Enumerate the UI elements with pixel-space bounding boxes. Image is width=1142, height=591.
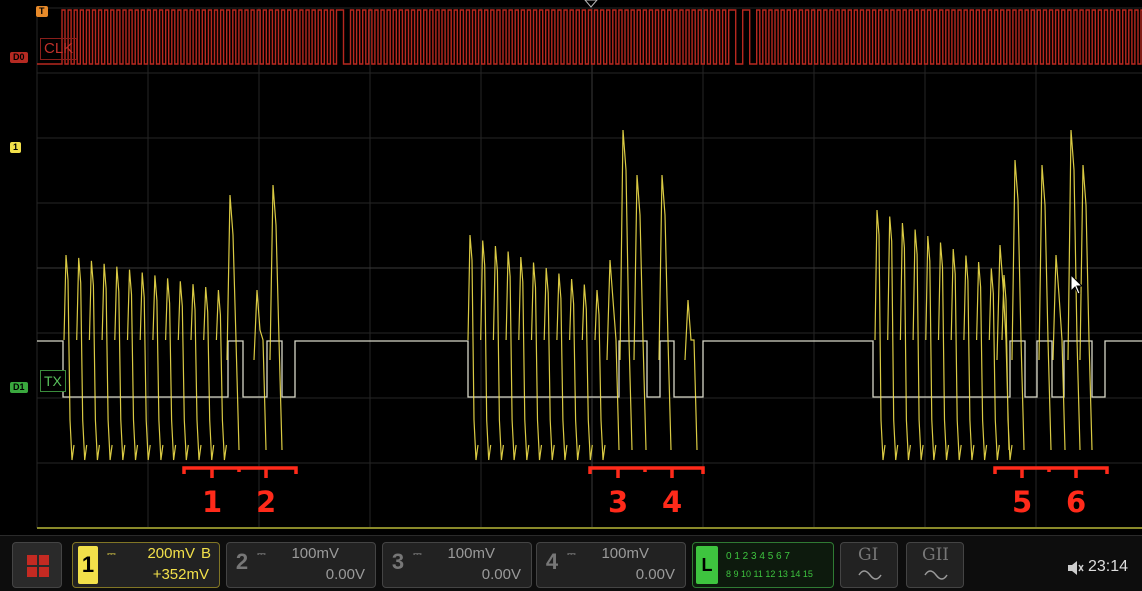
channel-2-button[interactable]: 2 ⎓ 100mV 0.00V — [226, 542, 376, 588]
channel-1-offset: +352mV — [152, 566, 209, 583]
annotation-number-6: 6 — [1066, 485, 1087, 519]
waveform-display[interactable]: T D0 1 D1 CLK TX 1 2 3 4 5 6 — [0, 0, 1142, 535]
clk-trace-label: CLK — [40, 38, 78, 60]
channel-4-scale: 100mV — [601, 545, 649, 562]
waveform-canvas — [36, 0, 1142, 529]
dc-coupling-icon: ⎓ — [413, 548, 422, 560]
channel-1-bandwidth: B — [200, 545, 211, 562]
channel-3-number: 3 — [391, 549, 405, 574]
channel-4-number: 4 — [545, 549, 559, 574]
dc-coupling-icon: ⎓ — [107, 548, 116, 560]
channel-3-scale: 100mV — [447, 545, 495, 562]
annotation-number-5: 5 — [1012, 485, 1033, 519]
logic-channels-button[interactable]: L 0 1 2 3 4 5 6 7 8 9 10 11 12 13 14 15 — [692, 542, 834, 588]
channel-2-offset: 0.00V — [325, 566, 365, 583]
tx-waveform — [37, 340, 1142, 398]
annotation-number-3: 3 — [608, 485, 629, 519]
app-menu-button[interactable] — [12, 542, 62, 588]
channel-4-offset: 0.00V — [635, 566, 675, 583]
generator-1-label: GI — [858, 545, 879, 565]
logic-label: L — [696, 546, 718, 584]
dc-coupling-icon: ⎓ — [257, 548, 266, 560]
trigger-position-marker[interactable]: T — [36, 6, 48, 17]
channel-3-offset: 0.00V — [481, 566, 521, 583]
dc-coupling-icon: ⎓ — [567, 548, 576, 560]
logic-bits-row-2: 8 9 10 11 12 13 14 15 — [726, 569, 813, 579]
channel-2-scale: 100mV — [291, 545, 339, 562]
channel-1-number: 1 — [78, 546, 98, 584]
generator-2-label: GII — [922, 545, 950, 565]
generator-2-button[interactable]: GII — [906, 542, 964, 588]
channel-2-number: 2 — [235, 549, 249, 574]
ch1-channel-marker[interactable]: 1 — [10, 142, 22, 153]
channel-4-button[interactable]: 4 ⎓ 100mV 0.00V — [536, 542, 686, 588]
ch1-burst-1 — [63, 184, 283, 461]
channel-1-scale: 200mV — [147, 545, 195, 562]
annotation-number-2: 2 — [256, 485, 277, 519]
grid-menu-icon — [27, 555, 49, 577]
annotation-number-1: 1 — [202, 485, 223, 519]
channel-3-button[interactable]: 3 ⎓ 100mV 0.00V — [382, 542, 532, 588]
sine-wave-icon — [858, 570, 882, 580]
sine-wave-icon — [924, 570, 948, 580]
generator-1-button[interactable]: GI — [840, 542, 898, 588]
tx-trace-label: TX — [40, 370, 66, 392]
channel-1-button[interactable]: 1 ⎓ 200mV B +352mV — [72, 542, 220, 588]
bottom-toolbar: 1 ⎓ 200mV B +352mV 2 ⎓ 100mV 0.00V 3 ⎓ 1… — [0, 535, 1142, 591]
annotation-brackets — [182, 466, 1109, 478]
clk-waveform — [37, 9, 1142, 65]
system-clock: 23:14 — [1088, 558, 1129, 575]
d1-channel-marker[interactable]: D1 — [10, 382, 28, 393]
speaker-mute-icon[interactable] — [1066, 560, 1084, 576]
trigger-point-icon — [584, 0, 598, 8]
annotation-number-4: 4 — [662, 485, 683, 519]
ch1-burst-3 — [874, 129, 1093, 461]
ch1-burst-2 — [467, 129, 698, 461]
mouse-cursor-icon — [1070, 274, 1084, 295]
logic-bits-row-1: 0 1 2 3 4 5 6 7 — [726, 551, 790, 562]
d0-channel-marker[interactable]: D0 — [10, 52, 28, 63]
